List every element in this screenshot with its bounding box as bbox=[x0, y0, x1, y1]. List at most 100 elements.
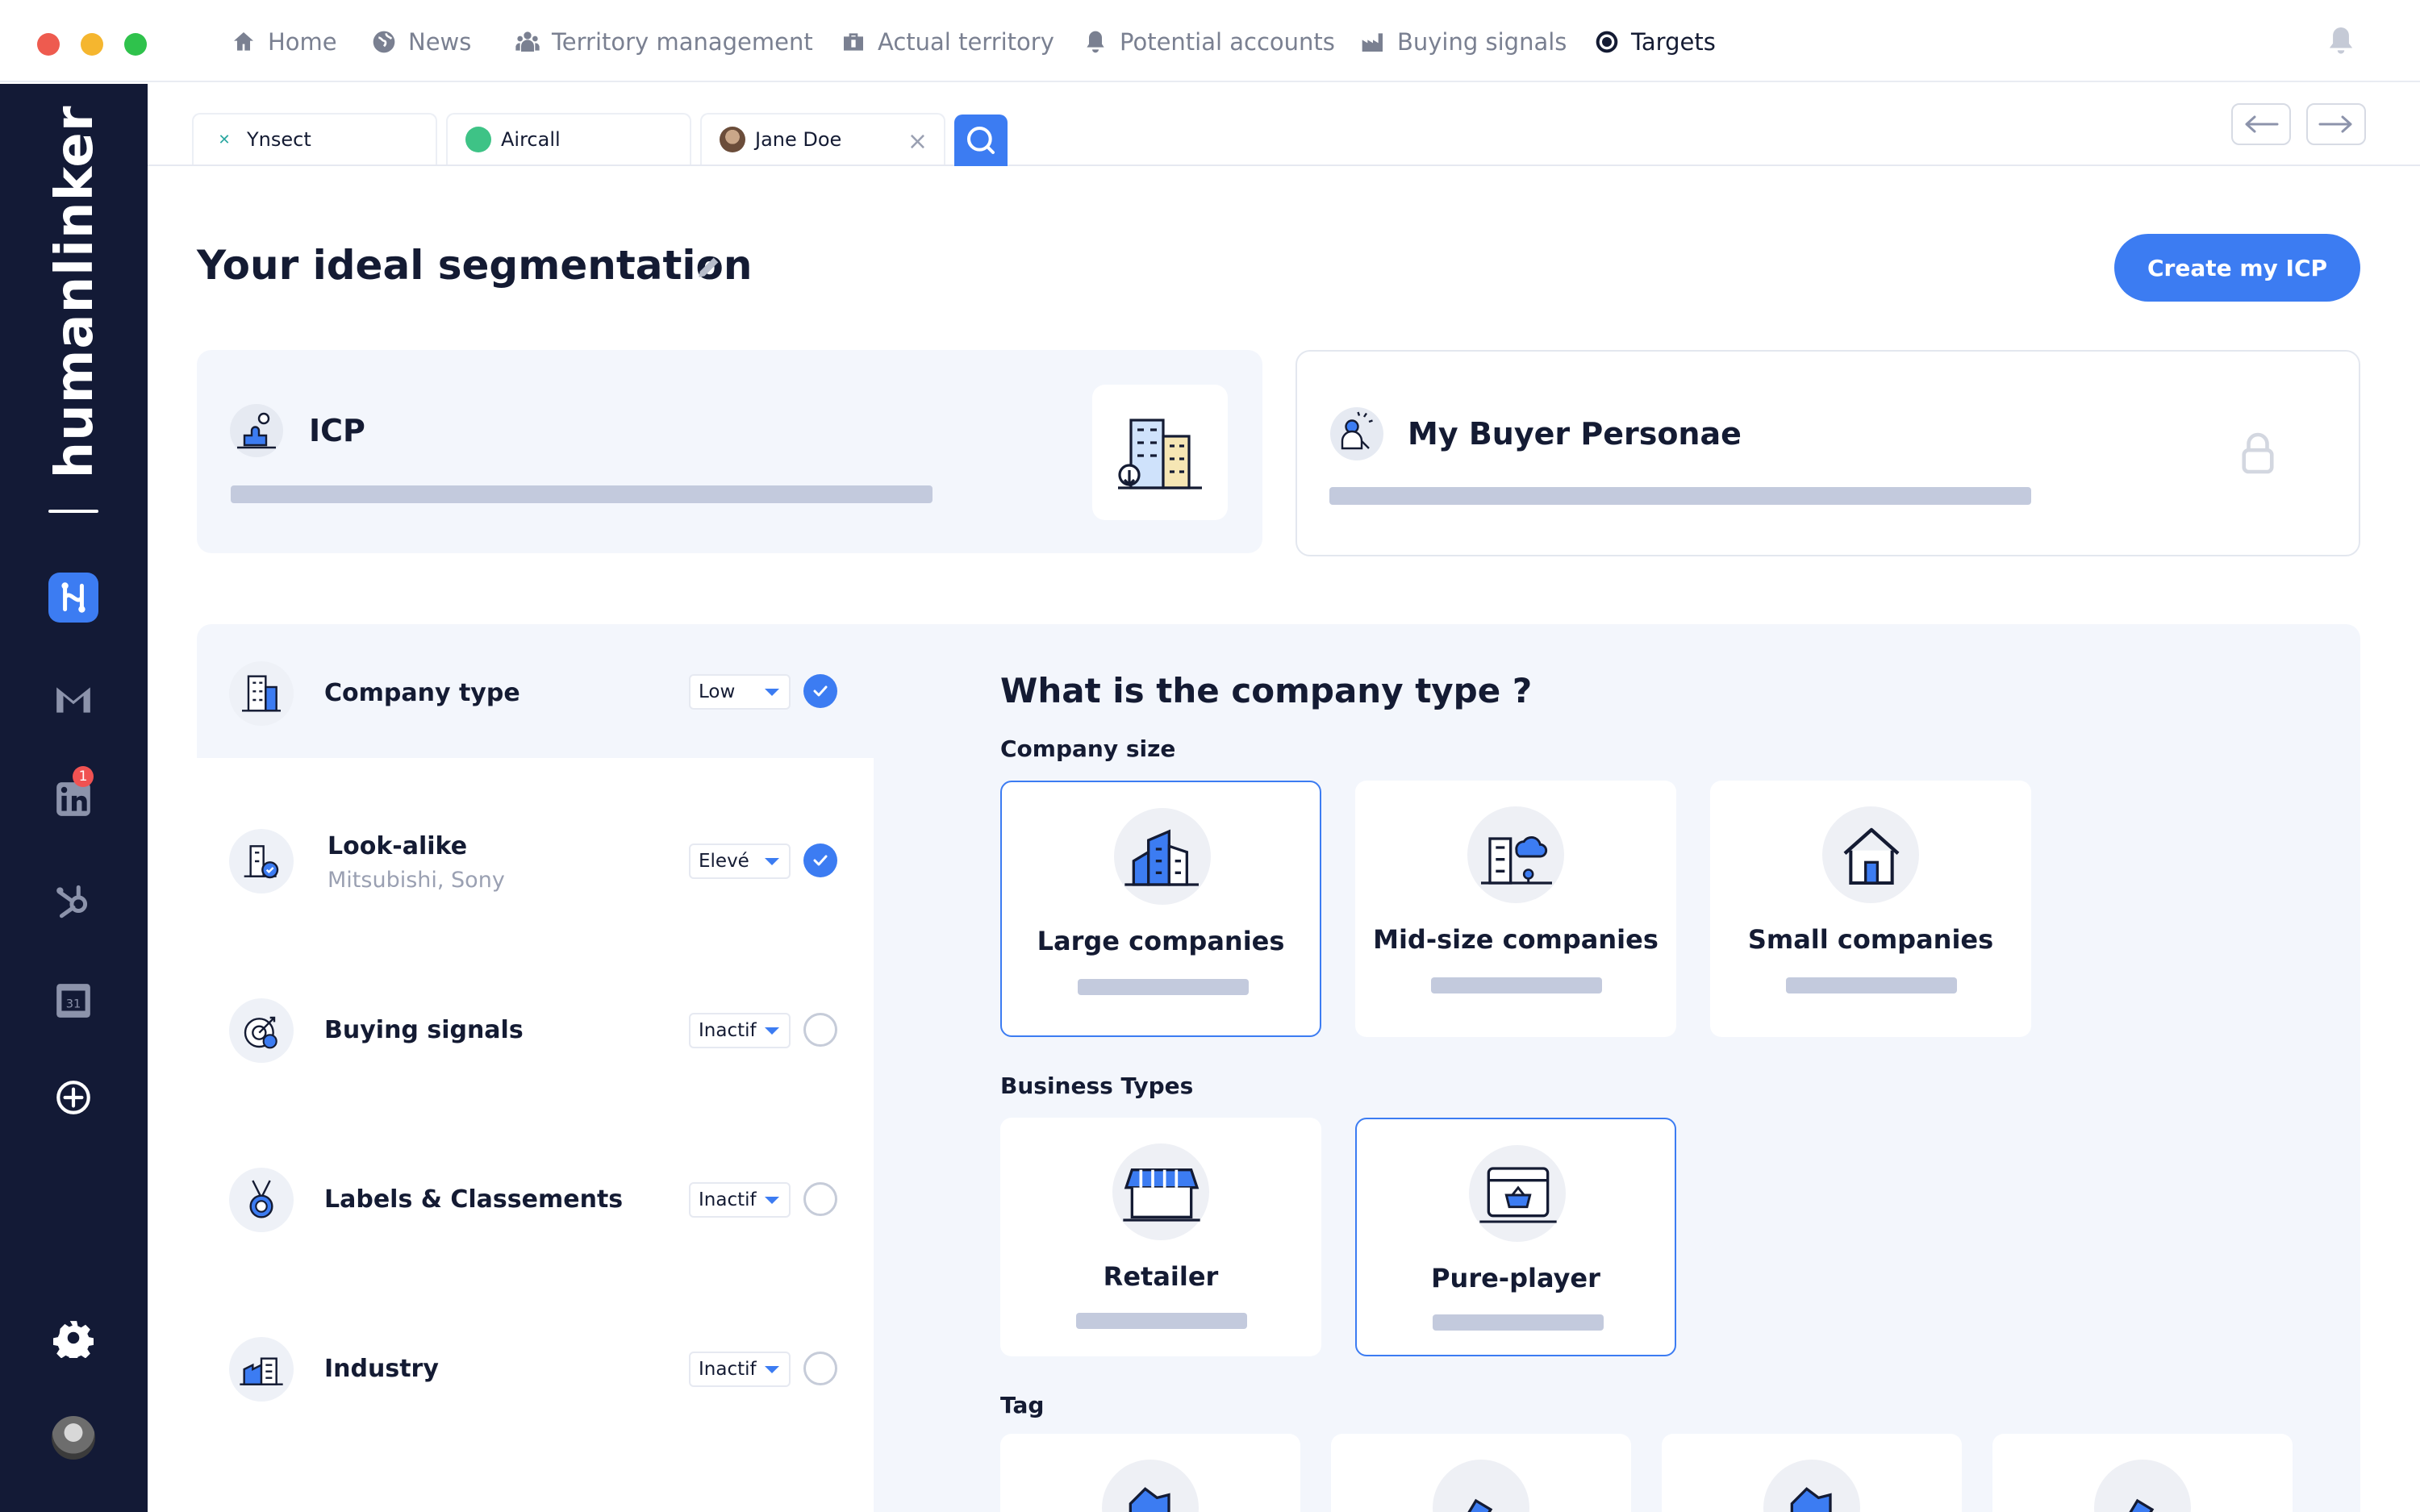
business-types-label: Business Types bbox=[1000, 1073, 1194, 1099]
mid-size-companies-icon bbox=[1467, 806, 1564, 903]
question-title: What is the company type ? bbox=[1000, 671, 1533, 710]
nav-potential-accounts-label: Potential accounts bbox=[1120, 28, 1335, 56]
puzzle-glyph bbox=[1790, 1487, 1832, 1512]
jane-doe-avatar-icon bbox=[720, 127, 745, 152]
puzzle-tag-icon bbox=[1102, 1460, 1199, 1512]
tag-option[interactable] bbox=[1992, 1434, 2293, 1512]
hubspot-glyph bbox=[56, 885, 88, 918]
close-icon[interactable]: × bbox=[908, 127, 928, 156]
tab-jane-doe[interactable]: Jane Doe × bbox=[700, 113, 945, 165]
option-large-companies[interactable]: Large companies bbox=[1000, 781, 1321, 1037]
criterion-labels-classements[interactable]: Labels & Classements Inactif bbox=[197, 1135, 874, 1264]
briefcase-icon bbox=[844, 33, 863, 51]
target-icon bbox=[1596, 31, 1618, 53]
humanlinker-app-icon[interactable] bbox=[48, 573, 98, 623]
search-tab-button[interactable] bbox=[954, 115, 1008, 166]
online-shop-glyph bbox=[1479, 1167, 1557, 1223]
add-circle-icon[interactable] bbox=[48, 1073, 98, 1123]
aircall-logo-icon bbox=[465, 127, 491, 152]
tag-option[interactable] bbox=[1000, 1434, 1300, 1512]
back-button[interactable] bbox=[2231, 103, 2291, 145]
criterion-checkbox[interactable] bbox=[803, 843, 837, 877]
calendar-icon[interactable]: 31 bbox=[48, 976, 98, 1026]
option-small-companies[interactable]: Small companies bbox=[1710, 781, 2031, 1037]
page-title: Your ideal segmentation bbox=[197, 242, 753, 289]
linkedin-icon[interactable]: 1 bbox=[48, 766, 98, 824]
puzzle-tag-icon bbox=[1763, 1460, 1860, 1512]
option-label: Large companies bbox=[1037, 926, 1285, 956]
option-mid-size-companies[interactable]: Mid-size companies bbox=[1355, 781, 1676, 1037]
nav-actual-territory[interactable]: Actual territory bbox=[841, 24, 1054, 60]
tab-aircall[interactable]: Aircall bbox=[446, 113, 691, 165]
priority-select[interactable]: Inactif bbox=[689, 1352, 791, 1387]
nav-targets[interactable]: Targets bbox=[1594, 24, 1716, 60]
industry-icon bbox=[229, 1337, 294, 1402]
rocket-growth-icon bbox=[1433, 1460, 1529, 1512]
option-loading-bar bbox=[1078, 979, 1249, 995]
tab-jane-doe-label: Jane Doe bbox=[755, 128, 842, 151]
calendar-glyph: 31 bbox=[56, 984, 90, 1018]
nav-home-label: Home bbox=[268, 28, 337, 56]
criterion-look-alike[interactable]: Look-alike Mitsubishi, Sony Elevé bbox=[197, 797, 874, 926]
puzzle-glyph bbox=[1129, 1487, 1170, 1512]
buyer-persona-card[interactable] bbox=[1296, 350, 2360, 556]
option-loading-bar bbox=[1786, 977, 1957, 993]
humanlinker-app-glyph bbox=[61, 582, 86, 613]
globe-icon bbox=[373, 31, 395, 53]
criterion-subtitle: Mitsubishi, Sony bbox=[328, 868, 505, 893]
option-pure-player[interactable]: Pure-player bbox=[1355, 1118, 1676, 1356]
notification-bell-icon[interactable] bbox=[2327, 26, 2355, 56]
option-label: Mid-size companies bbox=[1373, 924, 1659, 955]
tag-option[interactable] bbox=[1331, 1434, 1631, 1512]
tabs-bar: ✕ Ynsect Aircall Jane Doe × bbox=[148, 84, 2420, 166]
gmail-icon[interactable] bbox=[48, 674, 98, 724]
criterion-checkbox[interactable] bbox=[803, 1182, 837, 1216]
criterion-industry[interactable]: Industry Inactif bbox=[197, 1305, 874, 1434]
tag-option[interactable] bbox=[1662, 1434, 1962, 1512]
company-size-label: Company size bbox=[1000, 735, 1176, 762]
option-loading-bar bbox=[1433, 1314, 1604, 1331]
house-glyph bbox=[1843, 827, 1900, 885]
linkedin-notification-badge: 1 bbox=[73, 766, 94, 787]
rocket-glyph bbox=[2129, 1498, 2155, 1512]
hubspot-icon[interactable] bbox=[48, 876, 98, 926]
ynsect-logo-icon: ✕ bbox=[218, 131, 231, 148]
nav-buying-signals[interactable]: Buying signals bbox=[1360, 24, 1567, 60]
forward-button[interactable] bbox=[2306, 103, 2366, 145]
nav-news[interactable]: News bbox=[371, 24, 471, 60]
priority-select[interactable]: Low bbox=[689, 674, 791, 710]
buyer-persona-title: My Buyer Personae bbox=[1408, 416, 1742, 452]
tab-ynsect[interactable]: ✕ Ynsect bbox=[192, 113, 437, 165]
factory-icon bbox=[1362, 33, 1383, 52]
criterion-label: Labels & Classements bbox=[324, 1185, 624, 1214]
lookalike-glyph bbox=[244, 845, 279, 879]
option-retailer[interactable]: Retailer bbox=[1000, 1118, 1321, 1356]
bell-icon bbox=[1087, 31, 1104, 53]
calendar-day: 31 bbox=[66, 997, 81, 1010]
window-close-button[interactable] bbox=[37, 33, 60, 56]
checkmark-icon bbox=[813, 685, 828, 697]
nav-home[interactable]: Home bbox=[231, 24, 337, 60]
criterion-company-type[interactable]: Company type Low bbox=[197, 629, 874, 758]
window-minimize-button[interactable] bbox=[81, 33, 103, 56]
option-loading-bar bbox=[1431, 977, 1602, 993]
criterion-checkbox[interactable] bbox=[803, 1352, 837, 1385]
settings-icon[interactable] bbox=[48, 1313, 98, 1363]
home-icon bbox=[234, 32, 253, 51]
user-avatar[interactable] bbox=[52, 1416, 95, 1460]
office-buildings-icon bbox=[1118, 419, 1202, 489]
nav-territory-management[interactable]: Territory management bbox=[515, 24, 813, 60]
pencil-icon[interactable] bbox=[695, 253, 723, 281]
nav-buying-signals-label: Buying signals bbox=[1397, 28, 1567, 56]
create-icp-button[interactable]: Create my ICP bbox=[2114, 234, 2360, 302]
nav-potential-accounts[interactable]: Potential accounts bbox=[1083, 24, 1335, 60]
criterion-checkbox[interactable] bbox=[803, 1013, 837, 1047]
criterion-buying-signals[interactable]: Buying signals Inactif bbox=[197, 966, 874, 1095]
priority-select[interactable]: Inactif bbox=[689, 1182, 791, 1218]
criterion-checkbox[interactable] bbox=[803, 674, 837, 708]
priority-select[interactable]: Elevé bbox=[689, 843, 791, 879]
tab-aircall-label: Aircall bbox=[501, 128, 561, 151]
priority-select[interactable]: Inactif bbox=[689, 1013, 791, 1048]
window-maximize-button[interactable] bbox=[124, 33, 147, 56]
arrow-right-icon bbox=[2318, 115, 2352, 133]
